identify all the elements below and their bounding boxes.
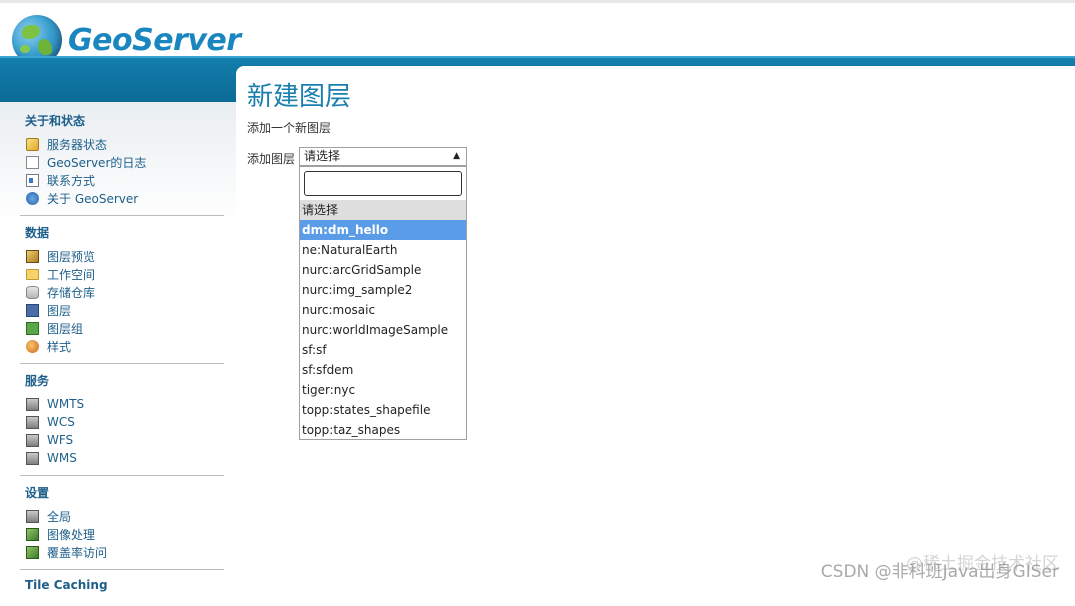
sidebar-item-server-status[interactable]: 服务器状态 [26,135,224,153]
sidebar-item-image-processing[interactable]: 图像处理 [26,525,224,543]
layer-preview-icon [26,250,39,263]
sidebar-section-tile-caching: Tile Caching [20,570,224,606]
info-icon [26,192,39,205]
database-icon [26,286,39,299]
sidebar-item-stores[interactable]: 存储仓库 [26,283,224,301]
sidebar-item-label[interactable]: 图层组 [47,320,83,337]
sidebar-item-label[interactable]: 工作空间 [47,266,95,283]
service-icon [26,398,39,411]
server-icon [26,510,39,523]
sidebar-item-label[interactable]: WFS [47,433,73,447]
sidebar-section-data: 数据 图层预览 工作空间 存储仓库 图层 图层组 样式 [20,216,224,364]
sidebar-item-label[interactable]: 覆盖率访问 [47,544,107,561]
service-icon [26,452,39,465]
sidebar-item-workspaces[interactable]: 工作空间 [26,265,224,283]
sidebar-item-label[interactable]: WMTS [47,397,84,411]
image-icon [26,546,39,559]
sidebar-item-coverage-access[interactable]: 覆盖率访问 [26,543,224,561]
sidebar-item-label[interactable]: WCS [47,415,75,429]
dropdown-search-input[interactable] [304,171,462,196]
service-icon [26,416,39,429]
dropdown-option[interactable]: ne:NaturalEarth [300,240,466,260]
sidebar-item-label[interactable]: 图层 [47,302,71,319]
dropdown-option[interactable]: topp:states_shapefile [300,400,466,420]
layer-icon [26,304,39,317]
sidebar-item-layers[interactable]: 图层 [26,301,224,319]
watermark-overlay-text: @稀土掘金技术社区 [906,549,1059,574]
sidebar-item-label[interactable]: GeoServer的日志 [47,154,146,171]
sidebar-item-label[interactable]: 样式 [47,338,71,355]
server-status-icon [26,138,39,151]
sidebar-item-styles[interactable]: 样式 [26,337,224,355]
add-layer-label: 添加图层 [247,150,295,167]
sidebar-item-wms[interactable]: WMS [26,449,224,467]
sidebar-item-layer-preview[interactable]: 图层预览 [26,247,224,265]
dropdown-option[interactable]: 请选择 [300,200,466,220]
dropdown-option[interactable]: nurc:arcGridSample [300,260,466,280]
dropdown-option[interactable]: nurc:mosaic [300,300,466,320]
sidebar-item-label[interactable]: 全局 [47,508,71,525]
sidebar-item-layer-groups[interactable]: 图层组 [26,319,224,337]
image-icon [26,528,39,541]
dropdown-option[interactable]: tiger:nyc [300,380,466,400]
sidebar-item-wcs[interactable]: WCS [26,413,224,431]
sidebar-item-about[interactable]: 关于 GeoServer [26,189,224,207]
page-title: 新建图层 [247,76,351,113]
add-layer-dropdown: 请选择 dm:dm_hello ne:NaturalEarth nurc:arc… [299,166,467,440]
add-layer-select[interactable]: 请选择 ▲ [299,147,467,166]
sidebar-item-label[interactable]: 图像处理 [47,526,95,543]
section-title: 服务 [25,372,224,389]
dropdown-option[interactable]: sf:sf [300,340,466,360]
logo-text: GeoServer [68,23,241,58]
sidebar-item-label[interactable]: 服务器状态 [47,136,107,153]
sidebar-item-logs[interactable]: GeoServer的日志 [26,153,224,171]
sidebar: 关于和状态 服务器状态 GeoServer的日志 联系方式 关于 GeoServ… [0,102,236,590]
section-title: 关于和状态 [25,112,224,129]
contact-card-icon [26,174,39,187]
sidebar-item-label[interactable]: 联系方式 [47,172,95,189]
dropdown-option[interactable]: topp:taz_shapes [300,420,466,440]
watermark: CSDN @非科班Java出身GISer @稀土掘金技术社区 [821,557,1059,582]
sidebar-item-global[interactable]: 全局 [26,507,224,525]
sidebar-item-label[interactable]: 图层预览 [47,248,95,265]
sidebar-item-label[interactable]: WMS [47,451,77,465]
layer-group-icon [26,322,39,335]
sidebar-section-about: 关于和状态 服务器状态 GeoServer的日志 联系方式 关于 GeoServ… [20,102,224,216]
service-icon [26,434,39,447]
sidebar-item-label[interactable]: 关于 GeoServer [47,190,138,207]
sidebar-item-contact[interactable]: 联系方式 [26,171,224,189]
section-title: 设置 [25,484,224,501]
sidebar-section-settings: 设置 全局 图像处理 覆盖率访问 [20,476,224,570]
main-content: 新建图层 添加一个新图层 添加图层 请选择 ▲ 请选择 dm:dm_hello … [236,66,1075,590]
dropdown-option[interactable]: nurc:img_sample2 [300,280,466,300]
dropdown-option[interactable]: sf:sfdem [300,360,466,380]
log-document-icon [26,156,39,169]
sidebar-item-wfs[interactable]: WFS [26,431,224,449]
section-title: 数据 [25,224,224,241]
style-palette-icon [26,340,39,353]
sidebar-section-services: 服务 WMTS WCS WFS WMS [20,364,224,476]
sidebar-item-label[interactable]: 存储仓库 [47,284,95,301]
select-value: 请选择 [304,149,340,163]
triangle-up-icon: ▲ [453,148,460,165]
folder-icon [26,269,39,280]
dropdown-option[interactable]: nurc:worldImageSample [300,320,466,340]
dropdown-option-highlighted[interactable]: dm:dm_hello [300,220,466,240]
page-description: 添加一个新图层 [247,119,331,136]
sidebar-item-wmts[interactable]: WMTS [26,395,224,413]
